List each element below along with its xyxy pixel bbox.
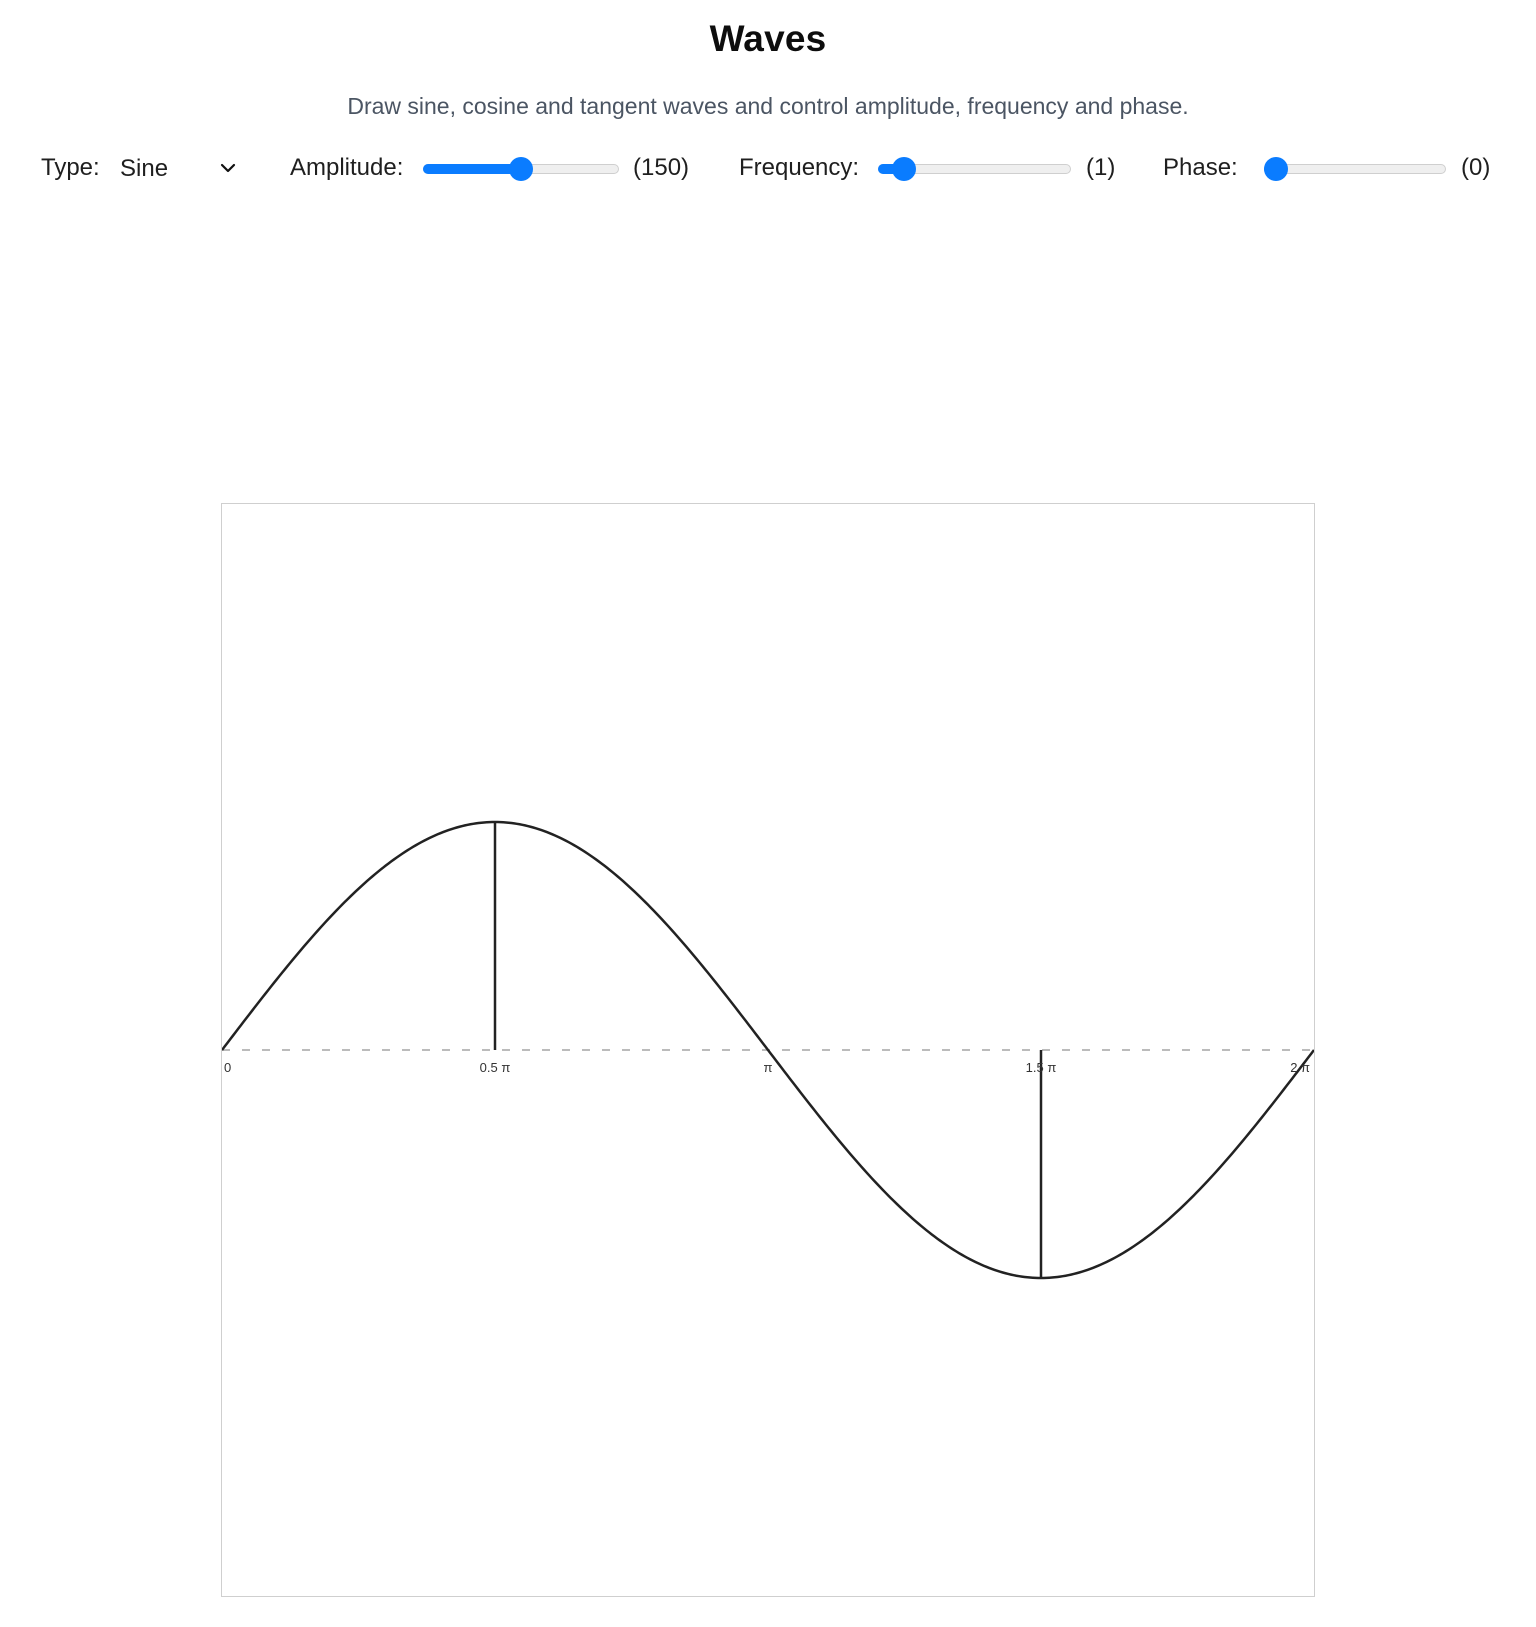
x-tick-label: π: [764, 1060, 773, 1075]
page-subtitle: Draw sine, cosine and tangent waves and …: [347, 93, 1189, 119]
phase-label: Phase:: [1163, 154, 1238, 181]
x-tick-label: 1.5 π: [1026, 1060, 1057, 1075]
x-tick-label: 0.5 π: [480, 1060, 511, 1075]
frequency-label: Frequency:: [739, 154, 860, 181]
page-title: Waves: [709, 18, 827, 59]
wave-chart-svg: 0 0.5 π π 1.5 π 2 π: [222, 820, 1314, 1280]
phase-value: (0): [1461, 154, 1491, 181]
x-tick-label: 0: [224, 1060, 231, 1075]
amplitude-slider[interactable]: [423, 155, 619, 183]
type-select[interactable]: Sine: [112, 150, 242, 186]
amplitude-slider-thumb[interactable]: [509, 157, 533, 181]
x-tick-label: 2 π: [1290, 1060, 1310, 1075]
frequency-slider[interactable]: [878, 155, 1071, 183]
phase-slider-track: [1264, 164, 1446, 174]
type-select-value: Sine: [120, 155, 169, 182]
frequency-value: (1): [1086, 154, 1116, 181]
wave-chart: 0 0.5 π π 1.5 π 2 π: [221, 503, 1315, 1597]
amplitude-slider-fill: [423, 164, 521, 174]
controls-bar: Type: Sine Amplitude: (150) Frequency: (…: [0, 150, 1536, 190]
amplitude-label: Amplitude:: [290, 154, 404, 181]
phase-slider-thumb[interactable]: [1264, 157, 1288, 181]
chevron-down-icon: [220, 163, 236, 173]
phase-slider[interactable]: [1264, 155, 1446, 183]
frequency-slider-thumb[interactable]: [891, 157, 916, 181]
amplitude-value: (150): [633, 154, 690, 181]
type-label: Type:: [41, 154, 100, 181]
